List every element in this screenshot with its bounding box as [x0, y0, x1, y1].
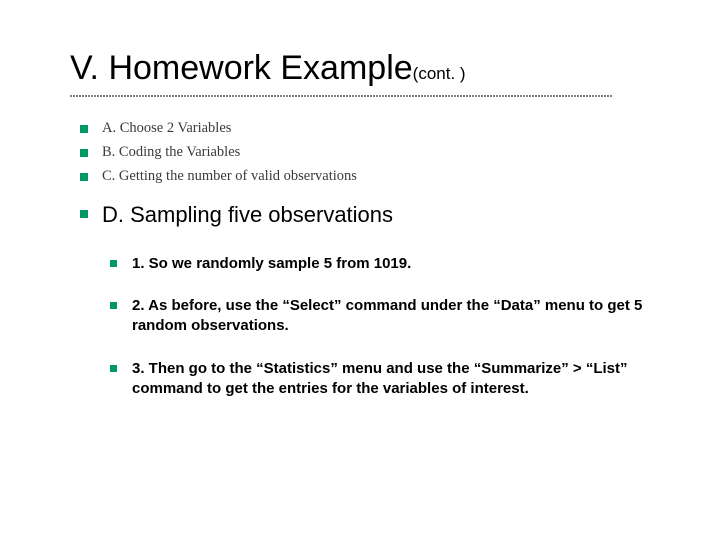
title-suffix: (cont. ): [413, 64, 466, 83]
list-item-text: A. Choose 2 Variables: [102, 120, 231, 136]
list-item-text: C. Getting the number of valid observati…: [102, 168, 357, 184]
square-bullet-icon: [110, 260, 117, 267]
list-item-text: D. Sampling five observations: [102, 202, 393, 227]
sub-list-item: 3. Then go to the “Statistics” menu and …: [110, 359, 660, 422]
list-item: B. Coding the Variables: [80, 143, 660, 167]
inner-list: 1. So we randomly sample 5 from 1019. 2.…: [110, 254, 660, 421]
sub-list-item: 2. As before, use the “Select” command u…: [110, 296, 660, 359]
list-item-text: B. Coding the Variables: [102, 144, 240, 160]
square-bullet-icon: [80, 173, 88, 181]
list-item: A. Choose 2 Variables: [80, 119, 660, 143]
sub-list-item-text: 2. As before, use the “Select” command u…: [132, 297, 642, 334]
square-bullet-icon: [110, 302, 117, 309]
sub-list-item-text: 1. So we randomly sample 5 from 1019.: [132, 255, 411, 272]
list-item: C. Getting the number of valid observati…: [80, 167, 660, 191]
sub-list-item: 1. So we randomly sample 5 from 1019.: [110, 254, 660, 296]
title-main: V. Homework Example: [70, 49, 413, 87]
sub-list-item-text: 3. Then go to the “Statistics” menu and …: [132, 360, 628, 397]
square-bullet-icon: [80, 149, 88, 157]
list-item-emphasis: D. Sampling five observations: [80, 190, 660, 248]
outer-list: A. Choose 2 Variables B. Coding the Vari…: [80, 119, 660, 247]
square-bullet-icon: [80, 210, 88, 218]
title-block: V. Homework Example(cont. ): [70, 50, 660, 97]
slide: V. Homework Example(cont. ) A. Choose 2 …: [0, 0, 720, 540]
square-bullet-icon: [80, 125, 88, 133]
title-underline: [70, 95, 613, 97]
square-bullet-icon: [110, 365, 117, 372]
slide-title: V. Homework Example(cont. ): [70, 50, 660, 87]
